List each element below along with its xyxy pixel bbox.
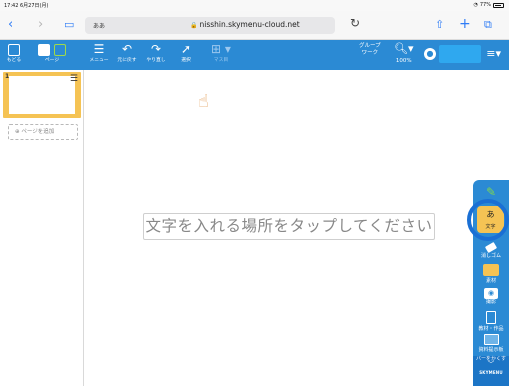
hand-pointer-icon: ☝	[198, 91, 209, 112]
menu-label: メニュー	[89, 58, 109, 63]
photo-tool[interactable]: ◉ 撮影	[473, 288, 509, 305]
app-toolbar: もどる ページ ☰ メニュー ↶ 元に戻す ↷ やり直し ➚ 選択 ⊞ ▾ マス…	[0, 40, 509, 70]
url-text: 🔒 nisshin.skymenu-cloud.net	[190, 20, 300, 29]
back-label: もどる	[6, 58, 22, 63]
material-label: 素材	[485, 278, 496, 284]
back-arrow-icon	[8, 44, 20, 56]
chevron-down-icon: ﹀	[487, 361, 494, 368]
pen-icon: ✎	[485, 185, 497, 199]
document-icon	[486, 311, 496, 324]
user-name-box[interactable]	[439, 45, 481, 63]
status-bar: 17:42 6月27日(月) ◔ 77%	[0, 0, 509, 11]
user-avatar-icon[interactable]: ●	[424, 48, 436, 60]
frame-tool[interactable]: 資料提示板	[473, 334, 509, 353]
plus-icon[interactable]: +	[459, 17, 471, 31]
page-list-icon	[38, 44, 51, 56]
brand-logo: SKYMENU	[479, 370, 503, 375]
zoom-button[interactable]: 🔍︎▾ 100%	[394, 42, 414, 64]
work-tool[interactable]: 教材・作品	[473, 311, 509, 332]
url-value: nisshin.skymenu-cloud.net	[199, 20, 300, 29]
eraser-tool[interactable]: 消しゴム	[473, 241, 509, 259]
browser-bar: ‹ › ▭ ああ 🔒 nisshin.skymenu-cloud.net ↻ ⇧ …	[0, 11, 509, 40]
menu-icon: ☰	[93, 42, 105, 56]
material-tool[interactable]: 素材	[473, 264, 509, 284]
forward-icon[interactable]: ›	[38, 18, 43, 31]
page-button[interactable]: ページ	[32, 42, 72, 64]
undo-label: 元に戻す	[117, 58, 137, 63]
redo-icon: ↷	[150, 42, 162, 56]
select-label: 選択	[181, 58, 191, 63]
status-time: 17:42 6月27日(月)	[4, 3, 49, 9]
pen-tool[interactable]: ✎	[473, 186, 509, 198]
grid-label: マス目	[213, 58, 229, 63]
reload-icon[interactable]: ↻	[350, 16, 360, 30]
reader-aa-button[interactable]: ああ	[93, 21, 105, 30]
page-thumbnail-preview[interactable]	[9, 76, 75, 114]
page-label: ページ	[44, 58, 60, 63]
folder-icon	[483, 264, 499, 276]
book-icon[interactable]: ▭	[64, 18, 74, 31]
back-icon[interactable]: ‹	[8, 18, 13, 31]
group-work-button[interactable]: グループ ワーク	[359, 43, 381, 57]
tabs-icon[interactable]: ⧉	[484, 18, 492, 31]
back-button[interactable]: もどる	[3, 42, 25, 64]
camera-icon: ◉	[484, 288, 498, 299]
lock-icon: 🔒	[190, 22, 198, 29]
page-sidebar: 1 ☰ ⊕ ページを追加	[0, 70, 84, 386]
address-bar[interactable]: ああ 🔒 nisshin.skymenu-cloud.net ↻	[85, 16, 360, 34]
battery-icon	[493, 2, 504, 8]
battery-indicator: ◔ 77%	[473, 2, 504, 8]
text-placement-prompt: 文字を入れる場所をタップしてください	[143, 213, 435, 240]
battery-percent: 77%	[479, 2, 491, 8]
redo-label: やり直し	[146, 58, 166, 63]
grid-icon: ⊞ ▾	[211, 42, 231, 56]
page-menu-icon[interactable]: ☰	[70, 75, 78, 84]
photo-label: 撮影	[485, 299, 496, 305]
grid-button[interactable]: ⊞ ▾ マス目	[204, 42, 238, 64]
page-grid-icon	[53, 44, 66, 56]
undo-icon: ↶	[121, 42, 133, 56]
pointer-icon: ➚	[180, 42, 192, 56]
share-icon[interactable]: ⇧	[435, 18, 444, 31]
frame-label: 資料提示板	[478, 347, 504, 353]
select-button[interactable]: ➚ 選択	[176, 42, 196, 64]
highlight-ring	[467, 199, 509, 241]
page-thumbnail[interactable]: 1 ☰	[3, 72, 81, 118]
zoom-level: 100%	[395, 58, 412, 64]
hide-bar-button[interactable]: バーをかくす ﹀ SKYMENU	[473, 356, 509, 386]
group-work-label: グループ ワーク	[359, 43, 381, 56]
eraser-label: 消しゴム	[480, 253, 501, 259]
zoom-search-icon: 🔍︎▾	[394, 42, 414, 55]
work-label: 教材・作品	[478, 326, 504, 332]
eraser-icon	[484, 241, 498, 254]
undo-button[interactable]: ↶ 元に戻す	[115, 42, 139, 64]
board-icon	[483, 334, 499, 345]
add-circle-icon: ⊕	[15, 129, 20, 135]
menu-button[interactable]: ☰ メニュー	[88, 42, 110, 64]
add-page-button[interactable]: ⊕ ページを追加	[8, 124, 78, 140]
add-page-label: ページを追加	[21, 129, 55, 135]
wifi-icon: ◔	[473, 2, 478, 8]
hamburger-dropdown-icon[interactable]: ≡▾	[486, 48, 501, 60]
redo-button[interactable]: ↷ やり直し	[144, 42, 168, 64]
